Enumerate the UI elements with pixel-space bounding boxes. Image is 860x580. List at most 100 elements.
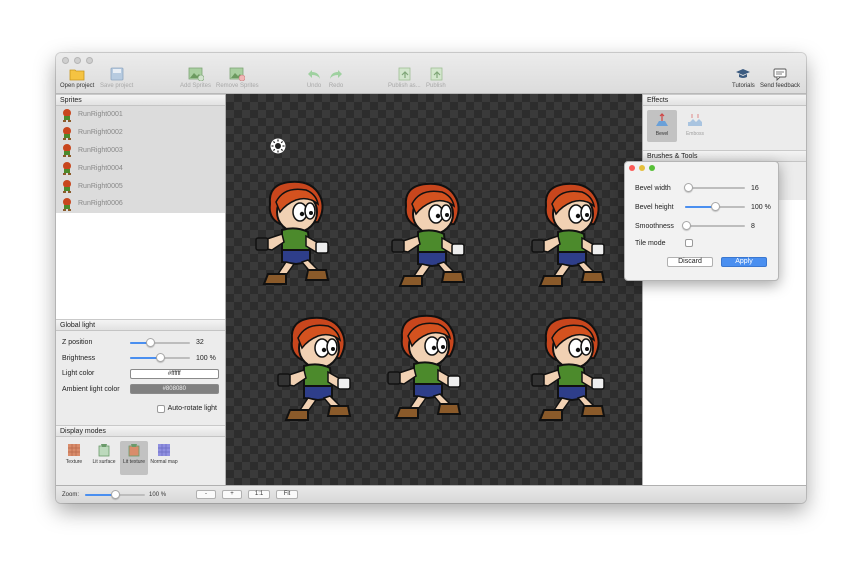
smoothness-slider[interactable] (681, 221, 745, 230)
add-sprites-button[interactable]: Add Sprites (180, 67, 211, 93)
publish-icon (430, 67, 443, 81)
zoom-slider[interactable] (85, 489, 146, 499)
sprite-thumbnail-icon (60, 179, 74, 193)
sprite-item[interactable]: RunRight0005 (56, 177, 225, 195)
auto-rotate-row: Auto-rotate light (62, 401, 219, 417)
slider-knob[interactable] (683, 183, 693, 192)
zoom-in-button[interactable]: + (222, 490, 243, 499)
publish-as-label: Publish as... (388, 83, 421, 89)
sprite-frame-5[interactable] (382, 312, 466, 424)
sprite-thumbnail-icon (60, 143, 74, 157)
publish-as-icon (398, 67, 411, 81)
send-feedback-button[interactable]: Send feedback (760, 67, 800, 93)
undo-icon (308, 70, 320, 79)
normal-map-icon (158, 444, 170, 456)
bevel-height-slider[interactable] (685, 202, 745, 211)
slider-knob[interactable] (710, 202, 720, 211)
ambient-color-row: Ambient light color #808080 (62, 382, 219, 398)
sprite-item[interactable]: RunRight0003 (56, 141, 225, 160)
sprite-item[interactable]: RunRight0004 (56, 159, 225, 178)
ambient-light-color-well[interactable]: #808080 (129, 384, 219, 395)
bevel-width-value: 16 (751, 184, 759, 192)
bevel-settings-dialog: Bevel width 16 Bevel height 100 % Smooth… (624, 161, 779, 281)
toolbar: Open project Save project Add Sprites Re… (56, 53, 806, 94)
publish-button[interactable]: Publish (426, 67, 446, 93)
dialog-close-button[interactable] (629, 165, 635, 171)
apply-button[interactable]: Apply (721, 257, 767, 267)
smoothness-label: Smoothness (635, 222, 674, 230)
sprite-frame-1[interactable] (250, 178, 334, 290)
close-window-button[interactable] (62, 57, 69, 64)
z-position-slider[interactable] (130, 337, 190, 347)
sprite-canvas[interactable] (226, 94, 642, 485)
sprite-item[interactable]: RunRight0002 (56, 123, 225, 142)
dialog-zoom-button[interactable] (649, 165, 655, 171)
zoom-label: Zoom: (62, 491, 80, 498)
display-mode-lit-surface[interactable]: Lit surface (90, 441, 118, 475)
remove-sprites-button[interactable]: Remove Sprites (216, 67, 259, 93)
undo-label: Undo (306, 83, 322, 89)
remove-image-icon (229, 67, 246, 81)
tile-mode-checkbox[interactable] (685, 239, 693, 247)
save-project-button[interactable]: Save project (100, 67, 133, 93)
graduation-cap-icon (736, 69, 751, 78)
sprite-thumbnail-icon (60, 197, 74, 211)
send-feedback-label: Send feedback (760, 83, 801, 89)
bevel-width-slider[interactable] (683, 183, 745, 192)
remove-sprites-label: Remove Sprites (216, 83, 259, 89)
actual-size-button[interactable]: 1:1 (248, 490, 271, 499)
sprite-frame-6[interactable] (526, 314, 610, 426)
light-color-row: Light color #ffffff (62, 366, 219, 382)
bevel-effect-button[interactable]: Bevel (647, 110, 677, 142)
open-project-button[interactable]: Open project (60, 67, 94, 93)
tutorials-label: Tutorials (732, 83, 755, 89)
emboss-effect-button[interactable]: Emboss (680, 110, 710, 142)
sprite-name: RunRight0003 (78, 146, 123, 154)
tutorials-button[interactable]: Tutorials (732, 67, 755, 93)
effects-panel: Bevel Emboss (643, 106, 806, 150)
slider-knob[interactable] (155, 353, 165, 363)
sprite-name: RunRight0005 (78, 182, 123, 190)
brightness-slider[interactable] (130, 353, 190, 363)
dialog-minimize-button[interactable] (639, 165, 645, 171)
sprite-item[interactable]: RunRight0006 (56, 194, 225, 213)
slider-knob[interactable] (110, 489, 120, 499)
display-mode-lit-texture[interactable]: Lit texture (120, 441, 148, 475)
minimize-window-button[interactable] (74, 57, 81, 64)
normal-map-label: Normal map (150, 459, 178, 465)
global-light-panel: Z position 32 Brightness 100 % Light col… (56, 331, 225, 425)
sprite-list: RunRight0001 RunRight0002 RunRight0003 R… (56, 106, 225, 319)
save-project-label: Save project (100, 83, 134, 89)
sprite-thumbnail-icon (60, 108, 74, 122)
redo-button[interactable]: Redo (328, 67, 344, 93)
sprite-frame-2[interactable] (386, 180, 470, 292)
display-modes-header: Display modes (56, 425, 225, 437)
publish-as-button[interactable]: Publish as... (388, 67, 421, 93)
global-light-header: Global light (56, 319, 225, 331)
slider-knob[interactable] (145, 337, 155, 347)
auto-rotate-checkbox[interactable] (156, 404, 165, 413)
sprite-frame-4[interactable] (272, 314, 356, 426)
effects-header: Effects (643, 94, 806, 106)
sprite-frame-3[interactable] (526, 180, 610, 292)
light-source-icon[interactable] (270, 138, 286, 154)
brightness-label: Brightness (62, 354, 96, 362)
undo-button[interactable]: Undo (306, 67, 322, 93)
sprite-item[interactable]: RunRight0001 (56, 106, 225, 124)
bevel-label: Bevel (655, 131, 669, 137)
zoom-window-button[interactable] (86, 57, 93, 64)
disk-icon (110, 67, 124, 81)
zoom-out-button[interactable]: - (196, 490, 217, 499)
bevel-width-label: Bevel width (635, 184, 671, 192)
display-mode-texture[interactable]: Texture (60, 441, 88, 475)
discard-button[interactable]: Discard (667, 257, 713, 267)
fit-button[interactable]: Fit (276, 490, 299, 499)
left-panel: Sprites RunRight0001 RunRight0002 RunRig… (56, 94, 226, 485)
brightness-value: 100 % (196, 354, 216, 362)
texture-icon (68, 444, 80, 456)
publish-label: Publish (426, 83, 446, 89)
light-color-well[interactable]: #ffffff (129, 368, 219, 379)
bevel-height-row: Bevel height 100 % (635, 201, 775, 213)
slider-knob[interactable] (681, 221, 691, 230)
display-mode-normal-map[interactable]: Normal map (150, 441, 178, 475)
